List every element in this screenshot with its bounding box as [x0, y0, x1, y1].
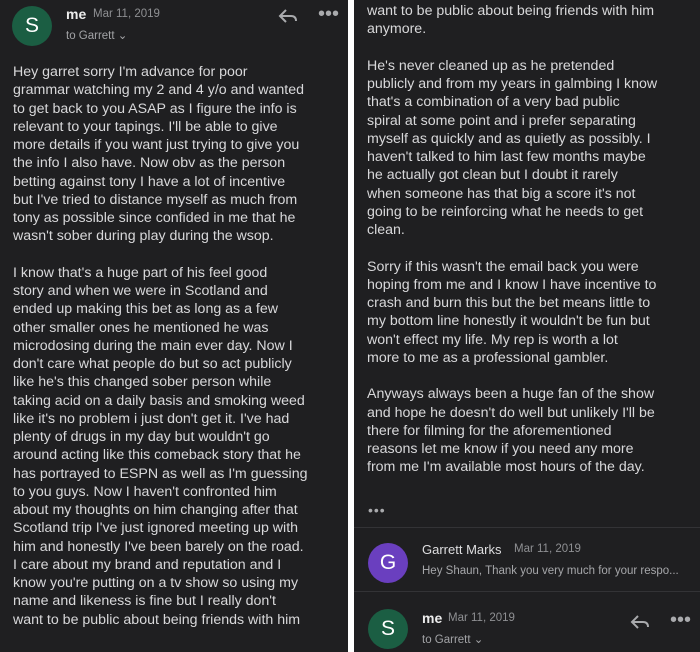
sender-avatar: G	[368, 543, 408, 583]
body-line: grammar watching my 2 and 4 y/o and want…	[13, 82, 304, 99]
body-line: anymore.	[367, 21, 427, 38]
collapsed-message[interactable]: G Garrett Marks Mar 11, 2019 Hey Shaun, …	[354, 528, 700, 591]
body-line: but I've tried to distance myself as muc…	[13, 191, 298, 208]
body-line: he actually got clean but I doubt it rar…	[367, 167, 618, 184]
reply-arrow-icon[interactable]	[630, 614, 650, 634]
body-line: crash and burn this but the bet means li…	[367, 295, 651, 311]
body-line: won't effect my life. My rep is worth a …	[367, 331, 618, 348]
body-line: I care about my brand and reputation and…	[13, 556, 282, 573]
body-line: wasn't sober during play during the wsop…	[13, 228, 274, 245]
message-snippet: Hey Shaun, Thank you very much for your …	[422, 565, 679, 577]
email-body: Hey garret sorry I'm advance for poor gra…	[13, 63, 307, 629]
body-line: about my thoughts on him changing after …	[13, 502, 298, 518]
body-line: like he's this changed sober person whil…	[13, 374, 272, 391]
reply-arrow-icon[interactable]	[278, 8, 298, 28]
body-line: story and when we were in Scotland and	[13, 283, 268, 299]
body-line: like it's no problem i just don't get it…	[13, 410, 290, 427]
body-line: He's never cleaned up as he pretended	[367, 57, 615, 74]
body-line: when someone has that big a score it's n…	[367, 185, 636, 202]
email-body: want to be public about being friends wi…	[367, 2, 657, 477]
more-horizontal-icon[interactable]: •••	[318, 4, 339, 24]
body-line: Scotland trip I've just ignored meeting …	[13, 520, 299, 537]
body-line: want to be public about being friends wi…	[367, 3, 655, 19]
chevron-down-icon: ⌄	[117, 30, 128, 42]
sender-avatar[interactable]: S	[368, 609, 408, 649]
more-horizontal-icon[interactable]: •••	[670, 610, 691, 630]
message-date: Mar 11, 2019	[448, 612, 515, 624]
recipient-label: to Garrett	[422, 634, 471, 646]
body-line: ended up making this bet as long as a fe…	[13, 301, 279, 318]
body-line: I know that's a huge part of his feel go…	[13, 264, 268, 281]
body-line: taking acid on a daily basis and smoking…	[13, 392, 305, 409]
message-date: Mar 11, 2019	[514, 543, 581, 555]
body-line: more to me as a professional gambler.	[367, 349, 609, 366]
body-line: more details if you want just trying to …	[13, 137, 300, 153]
sender-name: Garrett Marks	[422, 542, 502, 557]
body-line: that's a combination of a very bad publi…	[367, 94, 620, 111]
divider	[354, 591, 700, 592]
body-line: plenty of drugs in my day but wouldn't g…	[13, 429, 270, 445]
body-line: there for filming for the aforementioned	[367, 422, 612, 439]
body-line: to you guys. Now I haven't confronted hi…	[13, 483, 277, 500]
sender-name: me	[422, 610, 443, 626]
body-line: around acting like this comeback story t…	[13, 447, 301, 464]
body-line: want to be public about being friends wi…	[13, 611, 301, 628]
body-line: other smaller ones he mentioned he was	[13, 319, 269, 336]
body-line: betting against tony I have a lot of inc…	[13, 173, 286, 190]
body-line: name and likeness is fine but I really d…	[13, 593, 276, 610]
body-line: myself as quickly and as quietly as poss…	[367, 130, 651, 147]
body-line: hoping from me and I know I have incenti…	[367, 276, 657, 293]
recipient-toggle[interactable]: to Garrett ⌄	[66, 28, 127, 42]
body-line: don't care what people do but so act pub…	[13, 356, 292, 372]
body-line: my bottom line honestly it wouldn't be f…	[367, 313, 650, 330]
body-line: going to be reinforcing what he needs to…	[367, 203, 644, 220]
message-date: Mar 11, 2019	[93, 8, 160, 20]
body-line: reasons let me know if you need any more	[367, 441, 634, 457]
email-panel-left: S me Mar 11, 2019 to Garrett ⌄ ••• Hey g…	[0, 0, 348, 652]
body-line: Anyways always been a huge fan of the sh…	[367, 386, 655, 403]
body-line: know you're putting on a tv show so usin…	[13, 575, 299, 591]
body-line: spiral at some point and i prefer separa…	[367, 112, 636, 129]
body-line: tony as possible since confided in me th…	[13, 210, 296, 226]
body-line: to get back to you ASAP as I figure the …	[13, 100, 297, 117]
body-line: microdosing during the main ever day. No…	[13, 337, 293, 354]
sender-name: me	[66, 6, 87, 22]
body-line: haven't talked to him last few months ma…	[367, 149, 646, 165]
body-line: has portrayed to ESPN as well as I'm gue…	[13, 465, 308, 482]
recipient-toggle[interactable]: to Garrett ⌄	[422, 632, 483, 646]
body-line: clean.	[367, 222, 405, 238]
body-line: the info I also have. Now obv as the per…	[13, 155, 286, 172]
recipient-label: to Garrett	[66, 30, 115, 42]
body-line: from me I'm available most hours of the …	[367, 459, 645, 476]
chevron-down-icon: ⌄	[473, 634, 484, 646]
body-line: publicly and from my years in galmbing I…	[367, 76, 658, 92]
body-line: Hey garret sorry I'm advance for poor	[13, 64, 248, 80]
expand-quoted-dots[interactable]: •••	[368, 502, 386, 518]
body-line: relevant to your tapings. I'll be able t…	[13, 118, 278, 135]
body-line: and hope he doesn't do well but unlikely…	[367, 404, 655, 421]
body-line: him and honestly I've been barely on the…	[13, 538, 304, 555]
sender-avatar[interactable]: S	[12, 6, 52, 46]
body-line: Sorry if this wasn't the email back you …	[367, 258, 639, 275]
email-panel-right: want to be public about being friends wi…	[354, 0, 700, 652]
